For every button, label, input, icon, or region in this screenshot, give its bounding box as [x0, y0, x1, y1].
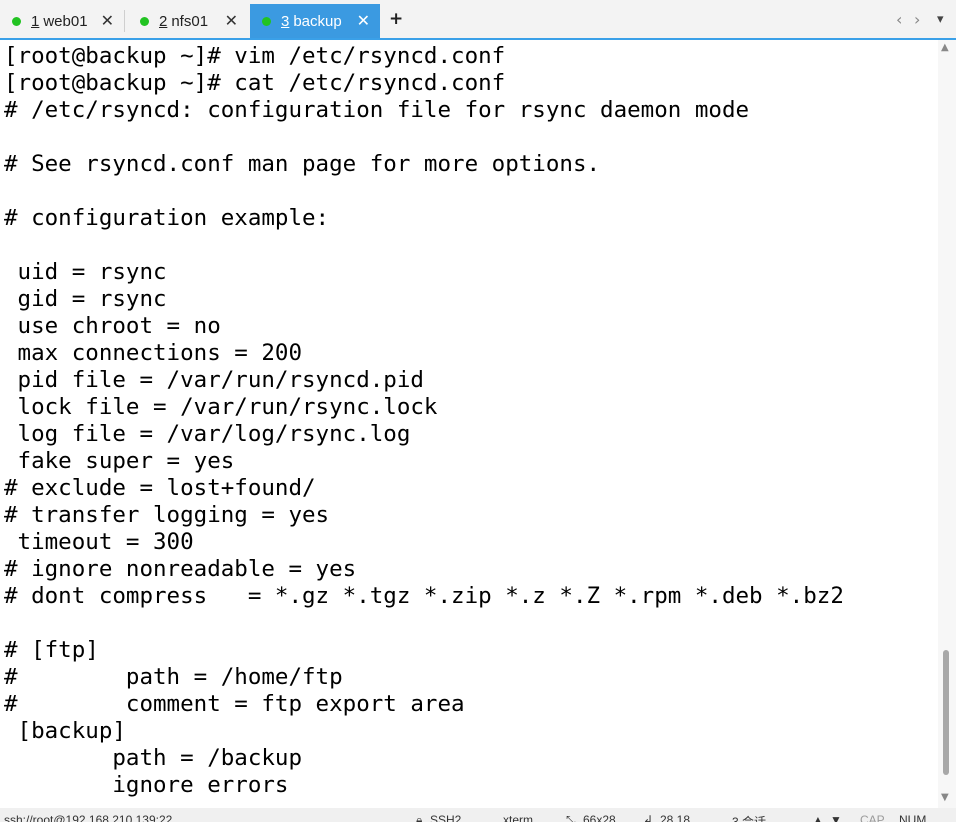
chevron-right-icon[interactable]: › [914, 10, 920, 29]
session-address: ssh://root@192.168.210.139:22 [4, 813, 173, 822]
tab-label: backup [293, 12, 342, 30]
tab-bar-accent-line [0, 38, 956, 40]
caps-lock-indicator: CAP [860, 813, 885, 822]
close-tab-icon[interactable]: ✕ [101, 11, 114, 31]
scrollbar-thumb[interactable] [943, 650, 949, 776]
terminal-line: # See rsyncd.conf man page for more opti… [4, 151, 601, 177]
terminal-line: # [ftp] [4, 637, 99, 663]
terminal-line: # transfer logging = yes [4, 502, 330, 528]
terminal-line: gid = rsync [4, 286, 167, 312]
terminal-line: log file = /var/log/rsync.log [4, 421, 411, 447]
terminal-size: 66x28 [583, 813, 616, 822]
tab-divider [124, 10, 125, 32]
terminal-line: [root@backup ~]# vim /etc/rsyncd.conf [4, 43, 506, 69]
scroll-down-arrow-icon[interactable]: ▼ [830, 813, 842, 822]
terminal-line: path = /backup [4, 745, 303, 771]
tab-web01[interactable]: 1 web01 ✕ [0, 4, 124, 38]
tab-number: 1 [31, 12, 40, 30]
vertical-scrollbar[interactable]: ▲ ▼ [938, 40, 956, 808]
tab-number: 3 [281, 12, 290, 30]
terminal-line: lock file = /var/run/rsync.lock [4, 394, 438, 420]
scroll-up-arrow-icon[interactable]: ▲ [812, 813, 824, 822]
tab-backup[interactable]: 3 backup ✕ [250, 4, 380, 38]
resize-icon: ⤡ [566, 813, 576, 822]
terminal-line: # exclude = lost+found/ [4, 475, 316, 501]
num-lock-indicator: NUM [899, 813, 927, 822]
terminal-line: # path = /home/ftp [4, 664, 343, 690]
terminal-line: [backup] [4, 718, 126, 744]
connected-status-icon [140, 16, 149, 26]
terminal-line: # /etc/rsyncd: configuration file for rs… [4, 97, 750, 123]
terminal-line: [root@backup ~]# cat /etc/rsyncd.conf [4, 70, 506, 96]
terminal-output[interactable]: [root@backup ~]# vim /etc/rsyncd.conf [ro… [4, 43, 936, 805]
cursor-icon: ↲ [643, 813, 654, 822]
terminal-type: xterm [503, 813, 533, 822]
terminal-line: ignore errors [4, 772, 289, 798]
terminal-line: # ignore nonreadable = yes [4, 556, 357, 582]
connected-status-icon [262, 16, 271, 26]
tab-nfs01[interactable]: 2 nfs01 ✕ [128, 4, 248, 38]
terminal-line: # comment = ftp export area [4, 691, 465, 717]
terminal-line: use chroot = no [4, 313, 221, 339]
protocol-label: SSH2 [430, 813, 462, 822]
scroll-down-icon[interactable]: ▼ [941, 792, 949, 803]
chevron-down-icon[interactable]: ▾ [937, 12, 944, 27]
terminal-line: # configuration example: [4, 205, 330, 231]
terminal-line: uid = rsync [4, 259, 167, 285]
cursor-position: 28,18 [660, 813, 691, 822]
scroll-up-icon[interactable]: ▲ [941, 42, 949, 53]
tab-bar: 1 web01 ✕ 2 nfs01 ✕ 3 backup ✕ + ‹ › ▾ [0, 0, 956, 40]
tab-label: web01 [43, 12, 88, 30]
connected-status-icon [12, 16, 21, 26]
status-bar: ssh://root@192.168.210.139:22 🔒︎ SSH2 xt… [0, 808, 956, 822]
terminal-line: max connections = 200 [4, 340, 303, 366]
tab-number: 2 [159, 12, 168, 30]
close-tab-icon[interactable]: ✕ [357, 11, 370, 31]
session-count: 3 会话 [732, 815, 767, 822]
terminal-line: # dont compress = *.gz *.tgz *.zip *.z *… [4, 583, 844, 609]
tab-label: nfs01 [171, 12, 209, 30]
terminal-line: pid file = /var/run/rsyncd.pid [4, 367, 424, 393]
terminal-line: fake super = yes [4, 448, 235, 474]
lock-icon: 🔒︎ [416, 813, 423, 822]
close-tab-icon[interactable]: ✕ [225, 11, 238, 31]
chevron-left-icon[interactable]: ‹ [896, 10, 902, 29]
new-tab-icon[interactable]: + [389, 9, 403, 29]
terminal-line: timeout = 300 [4, 529, 194, 555]
